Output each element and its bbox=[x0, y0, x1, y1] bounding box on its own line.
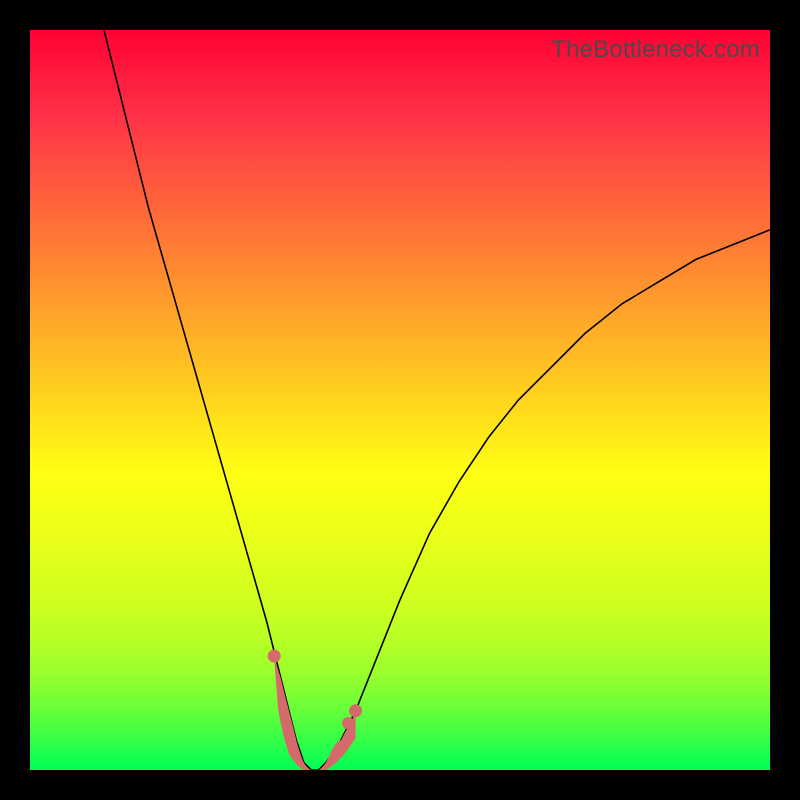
minimum-band-area bbox=[274, 659, 355, 770]
min-band-dot-left bbox=[268, 650, 281, 663]
plot-area: TheBottleneck.com bbox=[30, 30, 770, 770]
curve-path bbox=[104, 30, 770, 770]
chart-frame: TheBottleneck.com bbox=[0, 0, 800, 800]
min-band-dot-right bbox=[349, 704, 362, 717]
bottleneck-curve bbox=[30, 30, 770, 770]
min-band-dot-right2 bbox=[342, 717, 354, 729]
